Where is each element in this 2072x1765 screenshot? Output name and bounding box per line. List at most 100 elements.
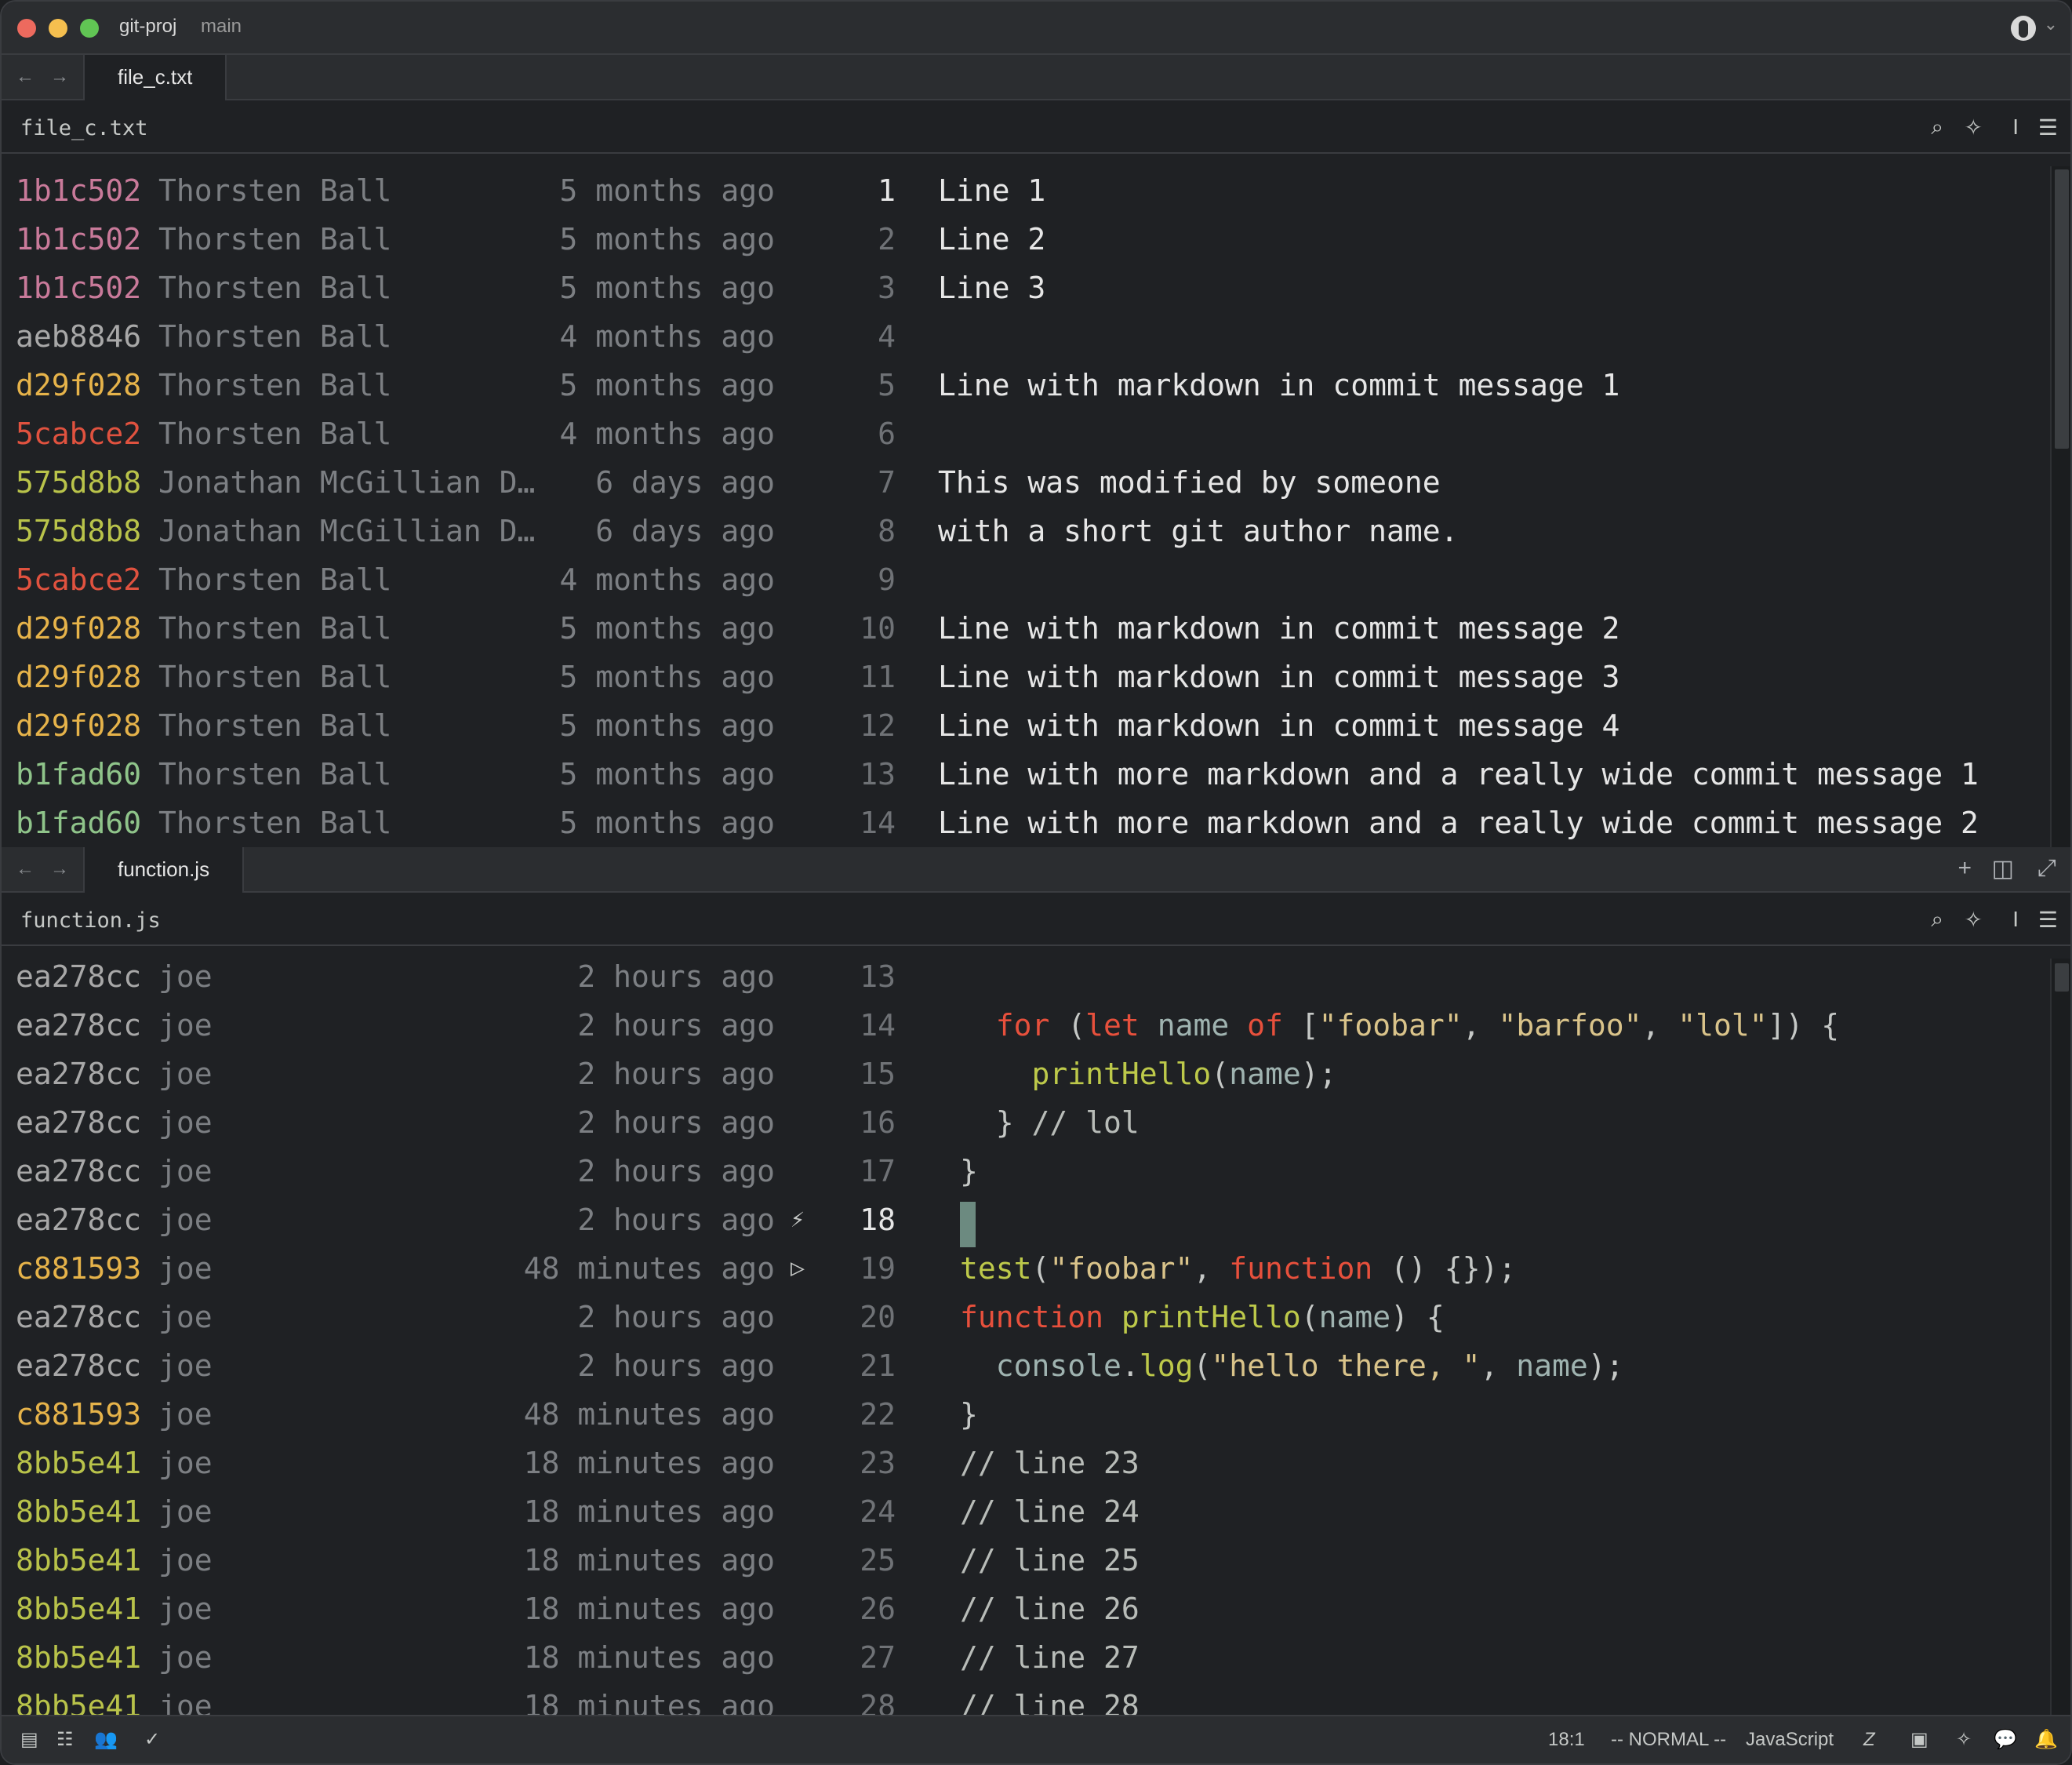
maximize-pane-icon[interactable]: ⤢ [2037,855,2056,882]
editor-line[interactable]: d29f028 Thorsten Ball 5 months ago 10 Line w… [2,604,2052,653]
text-cursor-icon[interactable]: I [2012,115,2019,140]
zoom-window-button[interactable] [80,19,99,38]
search-icon[interactable]: ⌕ [1931,115,1943,140]
code-line[interactable]: with a short git author name. [938,515,1458,548]
blame-commit-sha[interactable]: 8bb5e41 [16,1592,141,1625]
blame-commit-sha[interactable]: ea278cc [16,1009,141,1042]
editor-line[interactable]: c881593 joe 48 minutes ago 22} [2,1390,2052,1439]
zed-logo-icon[interactable]: Z [1863,1729,1875,1751]
code-action-bolt-icon[interactable]: ⚡ [791,1203,805,1236]
run-test-icon[interactable]: ▷ [791,1252,805,1285]
editor-line[interactable]: 8bb5e41 joe 18 minutes ago 24 // line 24 [2,1487,2052,1536]
editor-settings-icon[interactable]: ☰ [2038,907,2058,933]
blame-commit-sha[interactable]: ea278cc [16,1349,141,1382]
blame-commit-sha[interactable]: ea278cc [16,1106,141,1139]
code-line[interactable]: test("foobar", function () {}); [960,1252,1516,1285]
editor-line[interactable]: 575d8b8 Jonathan McGillian D… 6 days ago 7 T… [2,458,2052,507]
editor-line[interactable]: 1b1c502 Thorsten Ball 5 months ago 3 Line 3 [2,264,2052,312]
outline-panel-icon[interactable]: ☷ [56,1729,74,1751]
notification-bell-icon[interactable]: 🔔 [2034,1729,2058,1751]
editor-line[interactable]: b1fad60 Thorsten Ball 5 months ago 13 Line w… [2,750,2052,799]
blame-commit-sha[interactable]: 575d8b8 [16,466,141,499]
top-scroll-thumb[interactable] [2055,169,2069,449]
editor-line[interactable]: 5cabce2 Thorsten Ball 4 months ago 9 [2,555,2052,604]
user-avatar[interactable] [2011,16,2036,41]
blame-commit-sha[interactable]: ea278cc [16,1301,141,1334]
top-scrollbar[interactable] [2050,166,2070,847]
editor-line[interactable]: 8bb5e41 joe 18 minutes ago 23 // line 23 [2,1439,2052,1487]
editor-line[interactable]: c881593 joe 48 minutes ago ▷ 19 test("foobar"… [2,1244,2052,1293]
editor-line[interactable]: 575d8b8 Jonathan McGillian D… 6 days ago 8 w… [2,507,2052,555]
blame-commit-sha[interactable]: 8bb5e41 [16,1495,141,1528]
editor-line[interactable]: 8bb5e41 joe 18 minutes ago 28 // line 28 [2,1682,2052,1716]
blame-commit-sha[interactable]: b1fad60 [16,758,141,791]
blame-commit-sha[interactable]: 5cabce2 [16,417,141,450]
project-panel-icon[interactable]: ▤ [20,1729,38,1751]
editor-line[interactable]: aeb8846 Thorsten Ball 4 months ago 4 [2,312,2052,361]
cursor-position[interactable]: 18:1 [1548,1729,1585,1751]
code-line[interactable]: // line 23 [960,1447,1140,1479]
blame-commit-sha[interactable]: c881593 [16,1252,141,1285]
code-line[interactable]: } [960,1398,978,1431]
breadcrumb-filename[interactable]: function.js [20,908,161,933]
code-line[interactable]: Line with more markdown and a really wid… [938,758,1979,791]
editor-line[interactable]: ea278cc joe 2 hours ago 13 [2,959,2052,1001]
blame-commit-sha[interactable]: aeb8846 [16,320,141,353]
code-line[interactable]: Line with markdown in commit message 4 [938,709,1619,742]
code-line[interactable]: Line 2 [938,223,1045,256]
blame-commit-sha[interactable]: d29f028 [16,369,141,402]
assistant-sparkle-icon[interactable]: ✧ [1965,907,1983,933]
bottom-blame-editor[interactable]: ea278cc joe 2 hours ago 13 ea278cc joe 2 hours… [2,959,2052,1716]
code-line[interactable]: for (let name of ["foobar", "barfoo", "l… [960,1009,1839,1042]
assistant-sparkle-icon[interactable]: ✧ [1965,115,1983,140]
language-selector[interactable]: JavaScript [1746,1729,1834,1751]
chevron-down-icon[interactable]: ⌄ [2044,14,2058,35]
code-line[interactable]: // line 25 [960,1544,1140,1577]
blame-commit-sha[interactable]: ea278cc [16,960,141,993]
terminal-icon[interactable]: ▣ [1910,1729,1928,1751]
breadcrumb-filename[interactable]: file_c.txt [20,116,148,140]
minimize-window-button[interactable] [49,19,67,38]
assistant-sparkle-icon[interactable]: ✧ [1956,1729,1972,1751]
forward-arrow-icon[interactable]: → [50,858,69,880]
editor-line[interactable]: d29f028 Thorsten Ball 5 months ago 12 Line w… [2,701,2052,750]
blame-commit-sha[interactable]: 8bb5e41 [16,1544,141,1577]
blame-commit-sha[interactable]: 8bb5e41 [16,1690,141,1716]
code-line[interactable]: printHello(name); [960,1057,1337,1090]
code-line[interactable]: This was modified by someone [938,466,1441,499]
top-blame-editor[interactable]: 1b1c502 Thorsten Ball 5 months ago 1 Line 11… [2,166,2052,847]
back-arrow-icon[interactable]: ← [16,858,35,880]
editor-line[interactable]: 8bb5e41 joe 18 minutes ago 26 // line 26 [2,1585,2052,1633]
editor-line[interactable]: ea278cc joe 2 hours ago 17} [2,1147,2052,1195]
blame-commit-sha[interactable]: 5cabce2 [16,563,141,596]
editor-line[interactable]: 5cabce2 Thorsten Ball 4 months ago 6 [2,409,2052,458]
blame-commit-sha[interactable]: 1b1c502 [16,271,141,304]
editor-line[interactable]: ea278cc joe 2 hours ago 20 function printHel… [2,1293,2052,1341]
code-line[interactable]: Line 3 [938,271,1045,304]
code-line[interactable]: // line 28 [960,1690,1140,1716]
editor-line[interactable]: ea278cc joe 2 hours ago 16 } // lol [2,1098,2052,1147]
forward-arrow-icon[interactable]: → [50,66,69,88]
blame-commit-sha[interactable]: ea278cc [16,1155,141,1188]
blame-commit-sha[interactable]: 575d8b8 [16,515,141,548]
tab-function-js[interactable]: function.js [83,847,245,893]
code-line[interactable]: } [960,1155,978,1188]
code-line[interactable]: console.log("hello there, ", name); [960,1349,1624,1382]
editor-line[interactable]: d29f028 Thorsten Ball 5 months ago 5 Line wi… [2,361,2052,409]
code-line[interactable]: } // lol [960,1106,1140,1139]
code-line[interactable]: function printHello(name) { [960,1301,1445,1334]
blame-commit-sha[interactable]: d29f028 [16,612,141,645]
back-arrow-icon[interactable]: ← [16,66,35,88]
blame-commit-sha[interactable]: 8bb5e41 [16,1641,141,1674]
editor-line[interactable]: ea278cc joe 2 hours ago 14 for (let name of… [2,1001,2052,1050]
blame-commit-sha[interactable]: d29f028 [16,709,141,742]
tab-file-c[interactable]: file_c.txt [83,55,227,100]
blame-commit-sha[interactable]: c881593 [16,1398,141,1431]
chat-icon[interactable]: 💬 [1994,1729,2017,1751]
editor-line[interactable]: b1fad60 Thorsten Ball 5 months ago 14 Line w… [2,799,2052,847]
code-line[interactable]: // line 26 [960,1592,1140,1625]
split-pane-icon[interactable]: ◫ [1992,855,2014,883]
blame-commit-sha[interactable]: ea278cc [16,1203,141,1236]
collaboration-icon[interactable]: 👥 [94,1729,118,1751]
editor-line[interactable]: 8bb5e41 joe 18 minutes ago 25 // line 25 [2,1536,2052,1585]
